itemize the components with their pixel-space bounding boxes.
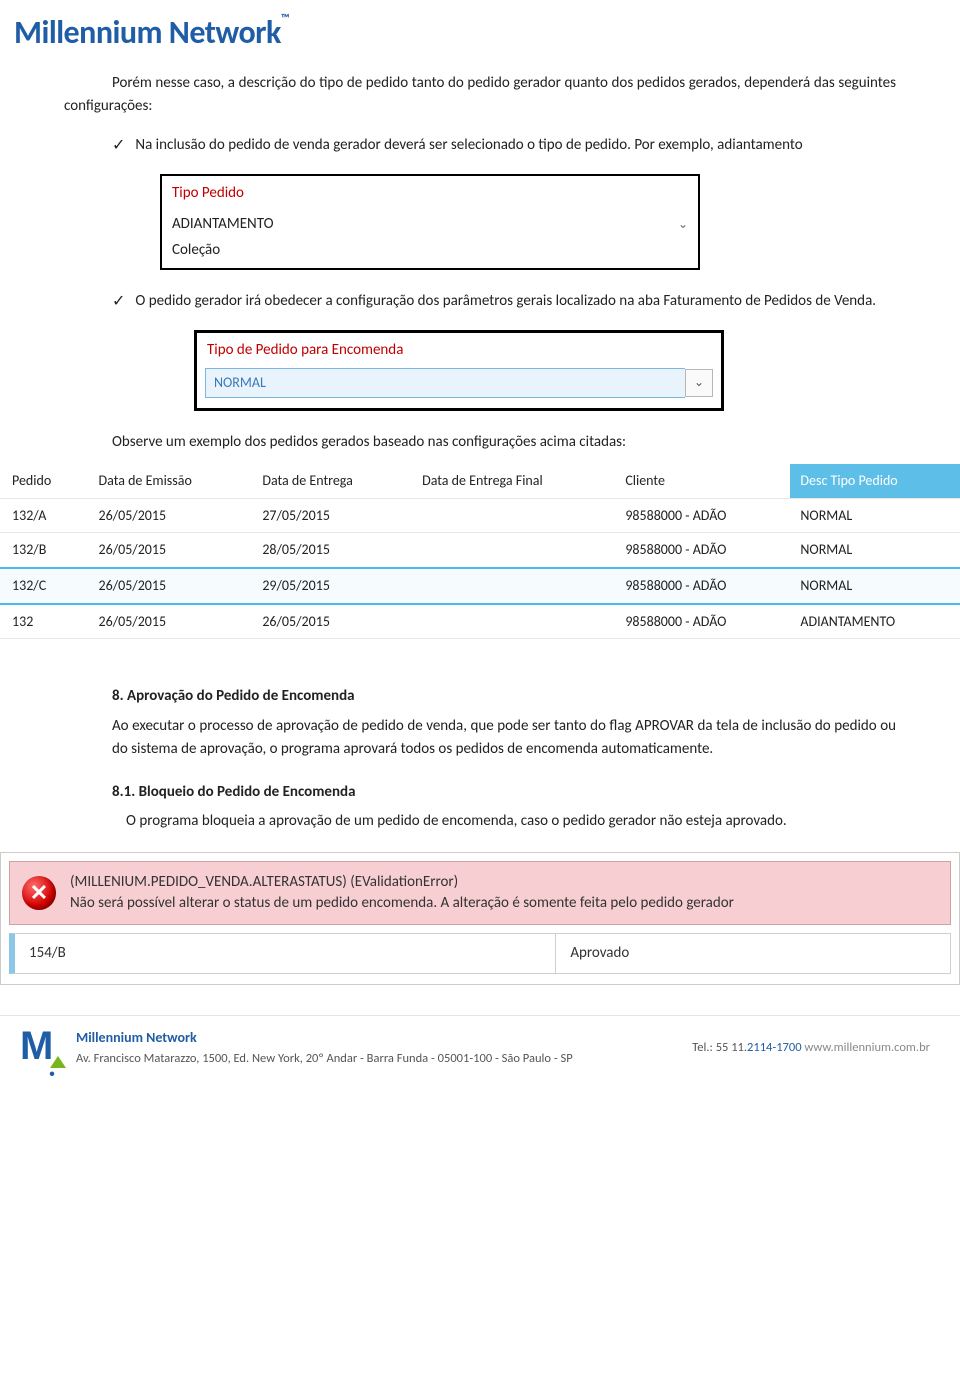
grid-cell: 26/05/2015	[89, 604, 253, 639]
grid-cell	[412, 533, 615, 568]
grid-cell: 29/05/2015	[252, 568, 412, 604]
footer-title: Millennium Network	[76, 1027, 680, 1049]
table-row[interactable]: 132/C26/05/201529/05/2015 98588000 - ADÃO…	[0, 568, 960, 604]
grid-cell: 26/05/2015	[89, 533, 253, 568]
sections: 8. Aprovação do Pedido de Encomenda Ao e…	[0, 669, 960, 833]
grid-cell: 132/B	[0, 533, 89, 568]
error-banner: ✕ (MILLENIUM.PEDIDO_VENDA.ALTERASTATUS) …	[9, 861, 951, 925]
bullet-1: ✓ Na inclusão do pedido de venda gerador…	[112, 134, 896, 158]
tipo-pedido-box: Tipo Pedido ADIANTAMENTO ⌄ Coleção	[160, 174, 700, 270]
grid-header-cell[interactable]: Cliente	[615, 464, 790, 498]
footer-info: Millennium Network Av. Francisco Mataraz…	[76, 1027, 680, 1068]
check-icon: ✓	[112, 134, 125, 158]
grid-cell: 26/05/2015	[89, 498, 253, 533]
grid-cell: 98588000 - ADÃO	[615, 604, 790, 639]
footer-address: Av. Francisco Matarazzo, 1500, Ed. New Y…	[76, 1049, 680, 1068]
check-icon: ✓	[112, 290, 125, 314]
error-panel: ✕ (MILLENIUM.PEDIDO_VENDA.ALTERASTATUS) …	[0, 852, 960, 985]
error-line-2: Não será possível alterar o status de um…	[70, 893, 734, 914]
status-row: 154/B Aprovado	[9, 933, 951, 974]
section-8-1-title: 8.1. Bloqueio do Pedido de Encomenda	[112, 781, 896, 804]
bullet-2: ✓ O pedido gerador irá obedecer a config…	[112, 290, 896, 314]
grid-cell: 98588000 - ADÃO	[615, 498, 790, 533]
tipo-encomenda-field[interactable]: NORMAL ⌄	[205, 368, 713, 398]
brand-logo: Millennium Network™	[14, 8, 960, 58]
status-value-cell[interactable]: Aprovado	[555, 933, 951, 974]
trademark-icon: ™	[281, 12, 289, 26]
colecao-label: Coleção	[162, 237, 698, 268]
page-footer: M. Millennium Network Av. Francisco Mata…	[0, 1015, 960, 1090]
error-icon: ✕	[22, 876, 56, 910]
tel-prefix: 55 11	[716, 1040, 744, 1055]
footer-website: www.millennium.com.br	[804, 1040, 930, 1055]
grid-header-row: PedidoData de EmissãoData de EntregaData…	[0, 464, 960, 498]
grid-cell: 132/A	[0, 498, 89, 533]
tel-number: 2114-1700	[747, 1040, 802, 1055]
page-content: Porém nesse caso, a descrição do tipo de…	[0, 62, 960, 454]
grid-body: 132/A26/05/201527/05/201598588000 - ADÃO…	[0, 498, 960, 639]
pedidos-grid-wrapper: PedidoData de EmissãoData de EntregaData…	[0, 464, 960, 639]
grid-cell	[412, 604, 615, 639]
grid-cell: 27/05/2015	[252, 498, 412, 533]
table-row[interactable]: 132/A26/05/201527/05/2015 98588000 - ADÃO…	[0, 498, 960, 533]
grid-cell: NORMAL	[790, 568, 960, 604]
observe-text: Observe um exemplo dos pedidos gerados b…	[112, 431, 896, 454]
grid-header-cell[interactable]: Pedido	[0, 464, 89, 498]
error-line-1: (MILLENIUM.PEDIDO_VENDA.ALTERASTATUS) (E…	[70, 872, 734, 893]
grid-cell	[412, 568, 615, 604]
table-row[interactable]: 132/B26/05/201528/05/2015 98588000 - ADÃO…	[0, 533, 960, 568]
tel-label: Tel.:	[692, 1040, 713, 1055]
bullet-1-text: Na inclusão do pedido de venda gerador d…	[135, 134, 896, 158]
grid-header-cell[interactable]: Data de Emissão	[89, 464, 253, 498]
pedidos-grid[interactable]: PedidoData de EmissãoData de EntregaData…	[0, 464, 960, 639]
brand-text: Millennium Network	[14, 13, 281, 52]
grid-header-cell[interactable]: Data de Entrega Final	[412, 464, 615, 498]
status-pedido-cell[interactable]: 154/B	[9, 933, 555, 974]
section-8-1-body: O programa bloqueia a aprovação de um pe…	[126, 810, 896, 833]
section-8-body: Ao executar o processo de aprovação de p…	[112, 715, 896, 762]
tipo-encomenda-label: Tipo de Pedido para Encomenda	[197, 333, 721, 364]
page-header: Millennium Network™	[0, 0, 960, 62]
tipo-pedido-field[interactable]: ADIANTAMENTO ⌄	[162, 207, 698, 236]
grid-cell: ADIANTAMENTO	[790, 604, 960, 639]
intro-paragraph: Porém nesse caso, a descrição do tipo de…	[64, 72, 896, 119]
chevron-down-icon[interactable]: ⌄	[678, 216, 688, 235]
grid-cell	[412, 498, 615, 533]
grid-cell: 132/C	[0, 568, 89, 604]
table-row[interactable]: 13226/05/201526/05/201598588000 - ADÃOAD…	[0, 604, 960, 639]
tipo-encomenda-value: NORMAL	[205, 368, 685, 398]
grid-cell: 28/05/2015	[252, 533, 412, 568]
grid-cell: 26/05/2015	[252, 604, 412, 639]
chevron-down-icon[interactable]: ⌄	[685, 369, 713, 398]
grid-header-cell[interactable]: Data de Entrega	[252, 464, 412, 498]
tipo-pedido-value: ADIANTAMENTO	[172, 213, 274, 236]
tipo-pedido-label: Tipo Pedido	[162, 176, 698, 207]
error-text: (MILLENIUM.PEDIDO_VENDA.ALTERASTATUS) (E…	[70, 872, 734, 914]
grid-cell: 132	[0, 604, 89, 639]
grid-cell: 26/05/2015	[89, 568, 253, 604]
logo-triangle-icon	[50, 1056, 66, 1068]
grid-cell: NORMAL	[790, 498, 960, 533]
grid-cell: NORMAL	[790, 533, 960, 568]
footer-contact: Tel.: 55 11.2114-1700 www.millennium.com…	[692, 1038, 930, 1057]
grid-header-cell[interactable]: Desc Tipo Pedido	[790, 464, 960, 498]
bullet-2-text: O pedido gerador irá obedecer a configur…	[135, 290, 896, 314]
grid-cell: 98588000 - ADÃO	[615, 568, 790, 604]
grid-cell: 98588000 - ADÃO	[615, 533, 790, 568]
tipo-encomenda-box: Tipo de Pedido para Encomenda NORMAL ⌄	[194, 330, 724, 411]
section-8-title: 8. Aprovação do Pedido de Encomenda	[112, 685, 896, 708]
footer-logo: M.	[20, 1026, 64, 1070]
